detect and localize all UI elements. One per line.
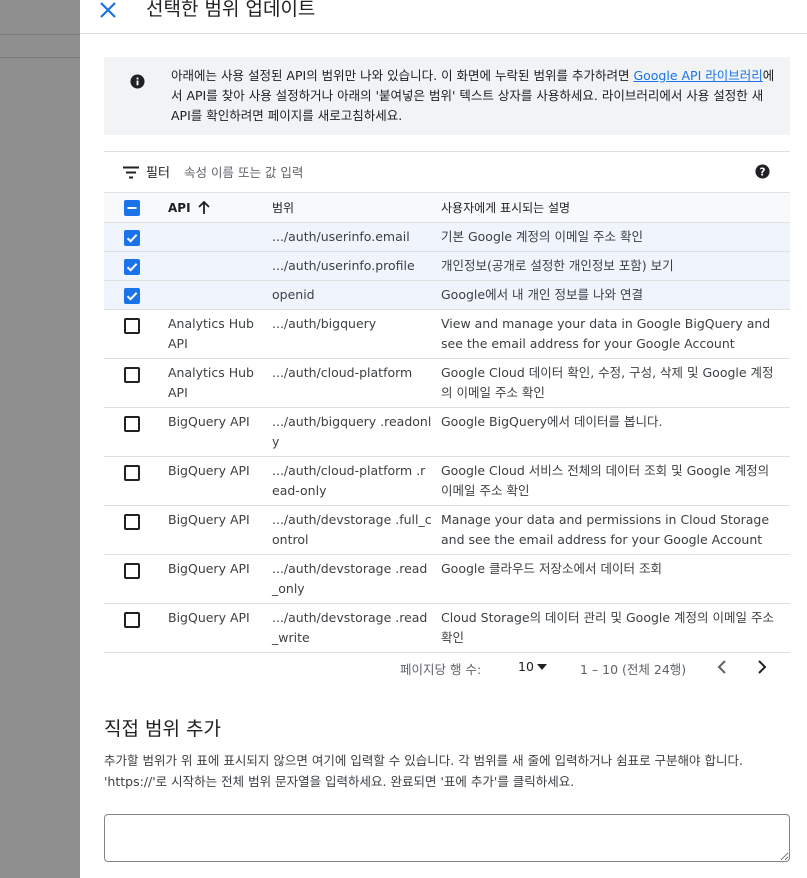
table-row[interactable]: openid Google에서 내 개인 정보를 나와 연결 bbox=[104, 280, 790, 309]
scope-update-panel: 선택한 범위 업데이트 아래에는 사용 설정된 API의 범위만 나와 있습니다… bbox=[80, 0, 807, 878]
scopes-table: API 범위 사용자에게 표시되는 설명 .../auth/userinfo.e… bbox=[104, 192, 790, 653]
filter-bar: 필터 ? bbox=[104, 151, 790, 191]
cell-scope: .../auth/cloud-platform bbox=[272, 365, 413, 380]
table-row[interactable]: BigQuery API .../auth/devstorage .read_w… bbox=[104, 603, 790, 652]
page-range: 1 – 10 (전체 24행) bbox=[580, 662, 687, 677]
help-icon[interactable]: ? bbox=[755, 164, 770, 179]
manual-scope-title: 직접 범위 추가 bbox=[104, 718, 221, 740]
table-row[interactable]: .../auth/userinfo.profile 개인정보(공개로 설정한 개… bbox=[104, 251, 790, 280]
cell-api: Analytics Hub API bbox=[168, 365, 254, 400]
table-row[interactable]: BigQuery API .../auth/devstorage .full_c… bbox=[104, 505, 790, 554]
cell-description: Google Cloud 데이터 확인, 수정, 구성, 삭제 및 Google… bbox=[441, 365, 774, 400]
column-header-api[interactable]: API bbox=[168, 198, 258, 218]
filter-input[interactable] bbox=[184, 161, 744, 183]
cell-description: Google BigQuery에서 데이터를 봅니다. bbox=[441, 414, 663, 429]
svg-text:?: ? bbox=[760, 166, 766, 178]
close-icon bbox=[100, 2, 116, 18]
rows-per-page-value: 10 bbox=[518, 659, 534, 674]
info-icon bbox=[130, 74, 145, 89]
cell-scope: .../auth/cloud-platform .read-only bbox=[272, 463, 426, 498]
filter-icon bbox=[123, 166, 139, 179]
panel-title: 선택한 범위 업데이트 bbox=[146, 0, 316, 20]
cell-description: Google Cloud 서비스 전체의 데이터 조회 및 Google 계정의… bbox=[441, 463, 770, 498]
dropdown-arrow-icon bbox=[537, 664, 547, 670]
row-checkbox[interactable] bbox=[124, 259, 140, 275]
chevron-left-icon bbox=[717, 660, 726, 674]
background-divider bbox=[0, 57, 80, 58]
pagination: 페이지당 행 수: 10 1 – 10 (전체 24행) bbox=[104, 652, 790, 682]
manual-scope-textarea[interactable] bbox=[104, 814, 790, 862]
table-row[interactable]: Analytics Hub API .../auth/bigquery View… bbox=[104, 309, 790, 358]
column-header-scope: 범위 bbox=[272, 201, 295, 215]
table-row[interactable]: BigQuery API .../auth/bigquery .readonly… bbox=[104, 407, 790, 456]
cell-description: View and manage your data in Google BigQ… bbox=[441, 316, 771, 351]
cell-api: BigQuery API bbox=[168, 463, 250, 478]
info-banner: 아래에는 사용 설정된 API의 범위만 나와 있습니다. 이 화면에 누락된 … bbox=[104, 57, 790, 135]
table-row[interactable]: BigQuery API .../auth/cloud-platform .re… bbox=[104, 456, 790, 505]
info-text-part: 아래에는 사용 설정된 API의 범위만 나와 있습니다. 이 화면에 누락된 … bbox=[171, 68, 634, 83]
cell-description: Google 클라우드 저장소에서 데이터 조회 bbox=[441, 561, 662, 576]
background-divider bbox=[0, 34, 80, 35]
cell-description: 기본 Google 계정의 이메일 주소 확인 bbox=[441, 229, 643, 244]
row-checkbox[interactable] bbox=[124, 318, 140, 334]
cell-scope: openid bbox=[272, 287, 315, 302]
row-checkbox[interactable] bbox=[124, 514, 140, 530]
info-text: 아래에는 사용 설정된 API의 범위만 나와 있습니다. 이 화면에 누락된 … bbox=[171, 66, 777, 126]
cell-scope: .../auth/devstorage .read_write bbox=[272, 610, 428, 645]
table-row[interactable]: BigQuery API .../auth/devstorage .read_o… bbox=[104, 554, 790, 603]
next-page-button[interactable] bbox=[750, 655, 774, 679]
sort-arrow-up-icon bbox=[197, 201, 210, 214]
previous-page-button[interactable] bbox=[710, 655, 734, 679]
table-header-row: API 범위 사용자에게 표시되는 설명 bbox=[104, 192, 790, 222]
row-checkbox[interactable] bbox=[124, 563, 140, 579]
row-checkbox[interactable] bbox=[124, 230, 140, 246]
cell-api: Analytics Hub API bbox=[168, 316, 254, 351]
row-checkbox[interactable] bbox=[124, 612, 140, 628]
cell-scope: .../auth/userinfo.profile bbox=[272, 258, 415, 273]
cell-scope: .../auth/bigquery .readonly bbox=[272, 414, 432, 449]
cell-description: Cloud Storage의 데이터 관리 및 Google 계정의 이메일 주… bbox=[441, 610, 774, 645]
panel-header: 선택한 범위 업데이트 bbox=[80, 0, 807, 34]
row-checkbox[interactable] bbox=[124, 288, 140, 304]
row-checkbox[interactable] bbox=[124, 465, 140, 481]
close-button[interactable] bbox=[94, 0, 122, 24]
column-header-api-label: API bbox=[168, 201, 191, 215]
cell-api: BigQuery API bbox=[168, 610, 250, 625]
cell-description: Google에서 내 개인 정보를 나와 연결 bbox=[441, 287, 643, 302]
cell-api: BigQuery API bbox=[168, 414, 250, 429]
row-checkbox[interactable] bbox=[124, 367, 140, 383]
chevron-right-icon bbox=[758, 660, 767, 674]
cell-description: 개인정보(공개로 설정한 개인정보 포함) 보기 bbox=[441, 258, 674, 273]
cell-api: BigQuery API bbox=[168, 561, 250, 576]
checkmark-icon bbox=[126, 292, 138, 301]
checkbox-indeterminate-icon bbox=[127, 207, 137, 209]
api-library-link[interactable]: Google API 라이브러리 bbox=[633, 68, 762, 83]
rows-per-page-select[interactable]: 10 bbox=[518, 657, 558, 679]
background-page bbox=[0, 0, 80, 878]
select-all-checkbox[interactable] bbox=[124, 200, 140, 216]
checkmark-icon bbox=[126, 263, 138, 272]
rows-per-page-label: 페이지당 행 수: bbox=[400, 662, 482, 677]
checkmark-icon bbox=[126, 234, 138, 243]
cell-scope: .../auth/devstorage .read_only bbox=[272, 561, 428, 596]
column-header-description: 사용자에게 표시되는 설명 bbox=[441, 201, 571, 215]
cell-api: BigQuery API bbox=[168, 512, 250, 527]
cell-scope: .../auth/userinfo.email bbox=[272, 229, 410, 244]
cell-scope: .../auth/bigquery bbox=[272, 316, 377, 331]
table-row[interactable]: Analytics Hub API .../auth/cloud-platfor… bbox=[104, 358, 790, 407]
row-checkbox[interactable] bbox=[124, 416, 140, 432]
filter-label: 필터 bbox=[146, 166, 170, 181]
table-row[interactable]: .../auth/userinfo.email 기본 Google 계정의 이메… bbox=[104, 222, 790, 251]
cell-scope: .../auth/devstorage .full_control bbox=[272, 512, 432, 547]
manual-scope-description: 추가할 범위가 위 표에 표시되지 않으면 여기에 입력할 수 있습니다. 각 … bbox=[104, 753, 743, 789]
cell-description: Manage your data and permissions in Clou… bbox=[441, 512, 770, 547]
